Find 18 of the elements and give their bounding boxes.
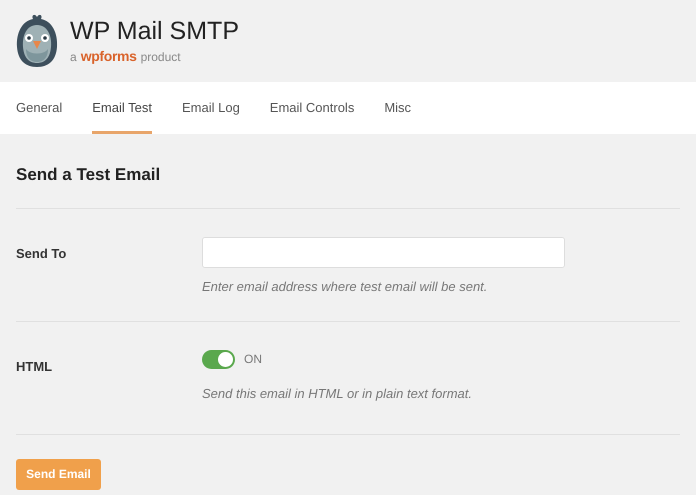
field-hint: Enter email address where test email will be sent.: [202, 278, 488, 296]
section-heading: Send a Test Email: [16, 164, 162, 186]
nav-tab[interactable]: General: [16, 82, 62, 134]
nav-tab[interactable]: Email Controls: [270, 82, 354, 134]
nav-tab[interactable]: Email Test: [92, 82, 152, 134]
field-label: HTML: [16, 358, 54, 376]
tagline-text: a: [70, 48, 77, 66]
brand-name: wpforms: [80, 46, 137, 66]
field-label: Send To: [16, 244, 68, 262]
toggle-state-label: ON: [244, 351, 262, 368]
field-hint: Send this email in HTML or in plain text format.: [202, 384, 472, 403]
email-input-field[interactable]: [202, 236, 565, 268]
bird-logo-icon: [14, 13, 60, 69]
nav-tab[interactable]: Misc: [384, 82, 412, 134]
toggle-switch[interactable]: [202, 350, 235, 368]
tagline-text: product: [140, 48, 181, 66]
app-title: WP Mail SMTP: [70, 16, 239, 46]
nav-tab[interactable]: Email Log: [182, 82, 240, 134]
